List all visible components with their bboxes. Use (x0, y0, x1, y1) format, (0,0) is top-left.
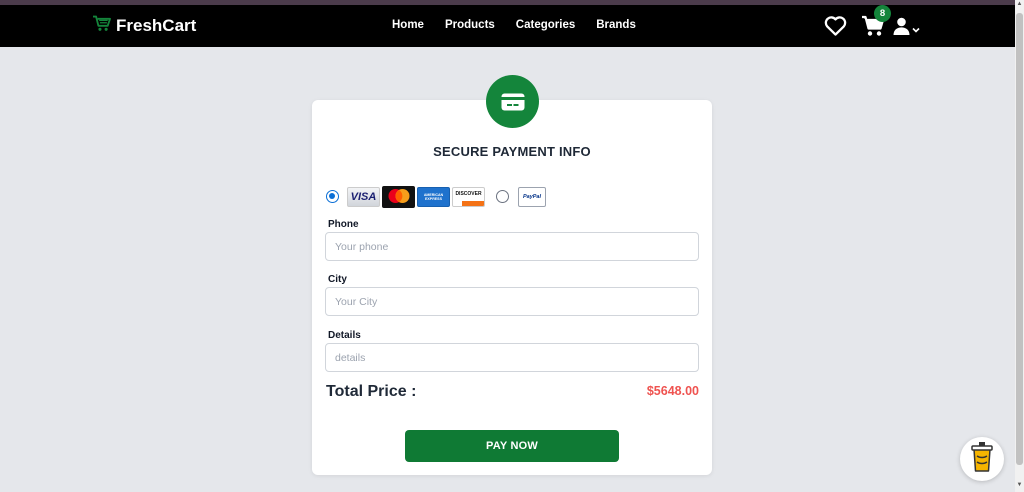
scroll-up-arrow-icon[interactable]: ▲ (1016, 1, 1023, 10)
paypal-logo: PayPal (518, 187, 546, 207)
amex-logo: AMERICAN EXPRESS (417, 187, 450, 207)
phone-input[interactable] (325, 232, 699, 261)
mastercard-logo (382, 186, 415, 208)
user-menu[interactable] (893, 17, 920, 40)
phone-label: Phone (328, 219, 359, 230)
scroll-down-arrow-icon[interactable]: ▼ (1016, 482, 1023, 491)
total-price-value: $5648.00 (646, 384, 699, 398)
nav-products[interactable]: Products (445, 19, 495, 31)
chatbot-button[interactable] (960, 437, 1004, 481)
chatbot-icon (969, 441, 995, 478)
navbar: FreshCart Home Products Categories Brand… (0, 5, 1015, 47)
cart-count-badge: 8 (874, 5, 891, 22)
shopping-cart-brand-icon (92, 15, 111, 37)
details-input[interactable] (325, 343, 699, 372)
visa-logo: VISA (347, 187, 380, 207)
scrollbar-thumb[interactable] (1016, 13, 1023, 465)
payment-title: SECURE PAYMENT INFO (433, 144, 591, 159)
card-payment-radio[interactable] (326, 190, 339, 203)
nav-brands[interactable]: Brands (596, 19, 636, 31)
pay-now-button[interactable]: PAY NOW (405, 430, 619, 462)
user-icon (893, 17, 910, 40)
brand-name: FreshCart (116, 16, 197, 35)
paypal-payment-radio[interactable] (496, 190, 509, 203)
discover-logo: DISCOVER (452, 187, 485, 207)
credit-card-icon (486, 75, 539, 128)
brand-logo[interactable]: FreshCart (92, 15, 196, 37)
city-input[interactable] (325, 287, 699, 316)
scrollbar[interactable]: ▲ ▼ (1015, 0, 1024, 492)
total-price-label: Total Price : (326, 383, 417, 400)
nav-home[interactable]: Home (392, 19, 424, 31)
main-nav: Home Products Categories Brands (392, 19, 636, 31)
chevron-down-icon (912, 20, 920, 38)
heart-icon[interactable] (824, 15, 847, 41)
city-label: City (328, 274, 347, 285)
details-label: Details (328, 330, 361, 341)
nav-categories[interactable]: Categories (516, 19, 575, 31)
